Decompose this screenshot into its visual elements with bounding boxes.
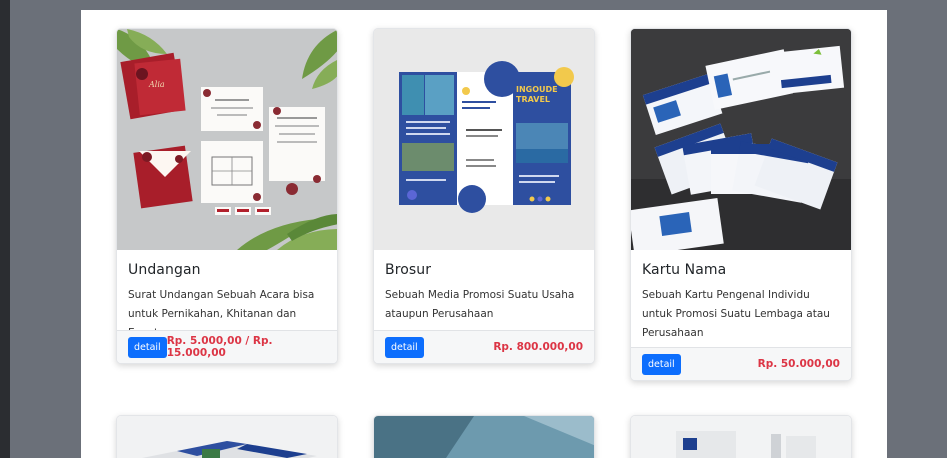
- product-card-undangan: Alia Undangan Surat Undangan Sebuah Acar…: [116, 28, 338, 364]
- card-body: Kartu Nama Sebuah Kartu Pengenal Individ…: [631, 250, 851, 343]
- product-card-brosur: INGOUDE TRAVEL Brosur Sebuah Media Promo…: [373, 28, 595, 364]
- card-title: Kartu Nama: [642, 262, 727, 278]
- product-card-row2-2: [373, 415, 595, 458]
- brochure-illustration: INGOUDE TRAVEL: [374, 29, 594, 250]
- product-card-row2-3: [630, 415, 852, 458]
- card-description: Sebuah Kartu Pengenal Individu untuk Pro…: [642, 289, 830, 339]
- detail-button[interactable]: detail: [385, 336, 424, 358]
- xbanner-image[interactable]: [631, 416, 852, 458]
- price-label: Rp. 50.000,00: [757, 358, 840, 370]
- card-footer: detail Rp. 50.000,00: [631, 347, 851, 380]
- banner-image[interactable]: [374, 416, 595, 458]
- card-title: Undangan: [128, 262, 201, 278]
- card-title: Brosur: [385, 262, 432, 278]
- product-card-kartu-nama: Kartu Nama Sebuah Kartu Pengenal Individ…: [630, 28, 852, 381]
- product-card-row2-1: [116, 415, 338, 458]
- magazine-image[interactable]: [117, 416, 338, 458]
- product-page: Alia Undangan Surat Undangan Sebuah Acar…: [81, 10, 887, 458]
- invitation-illustration: Alia: [117, 29, 337, 250]
- svg-text:Alia: Alia: [148, 80, 165, 89]
- price-label: Rp. 800.000,00: [493, 341, 583, 353]
- svg-text:TRAVEL: TRAVEL: [516, 95, 550, 104]
- window-edge: [0, 0, 10, 458]
- card-description: Sebuah Media Promosi Suatu Usaha ataupun…: [385, 289, 575, 320]
- svg-text:INGOUDE: INGOUDE: [516, 85, 558, 94]
- business-card-illustration: [631, 29, 851, 250]
- detail-button[interactable]: detail: [128, 336, 167, 358]
- price-label: Rp. 5.000,00 / Rp. 15.000,00: [166, 335, 273, 359]
- card-footer: detail Rp. 800.000,00: [374, 330, 594, 363]
- detail-button[interactable]: detail: [642, 353, 681, 375]
- card-footer: detail Rp. 5.000,00 / Rp. 15.000,00: [117, 330, 337, 363]
- business-card-image[interactable]: [631, 29, 851, 250]
- invitation-image[interactable]: Alia: [117, 29, 337, 250]
- brochure-image[interactable]: INGOUDE TRAVEL: [374, 29, 594, 250]
- card-body: Brosur Sebuah Media Promosi Suatu Usaha …: [374, 250, 594, 324]
